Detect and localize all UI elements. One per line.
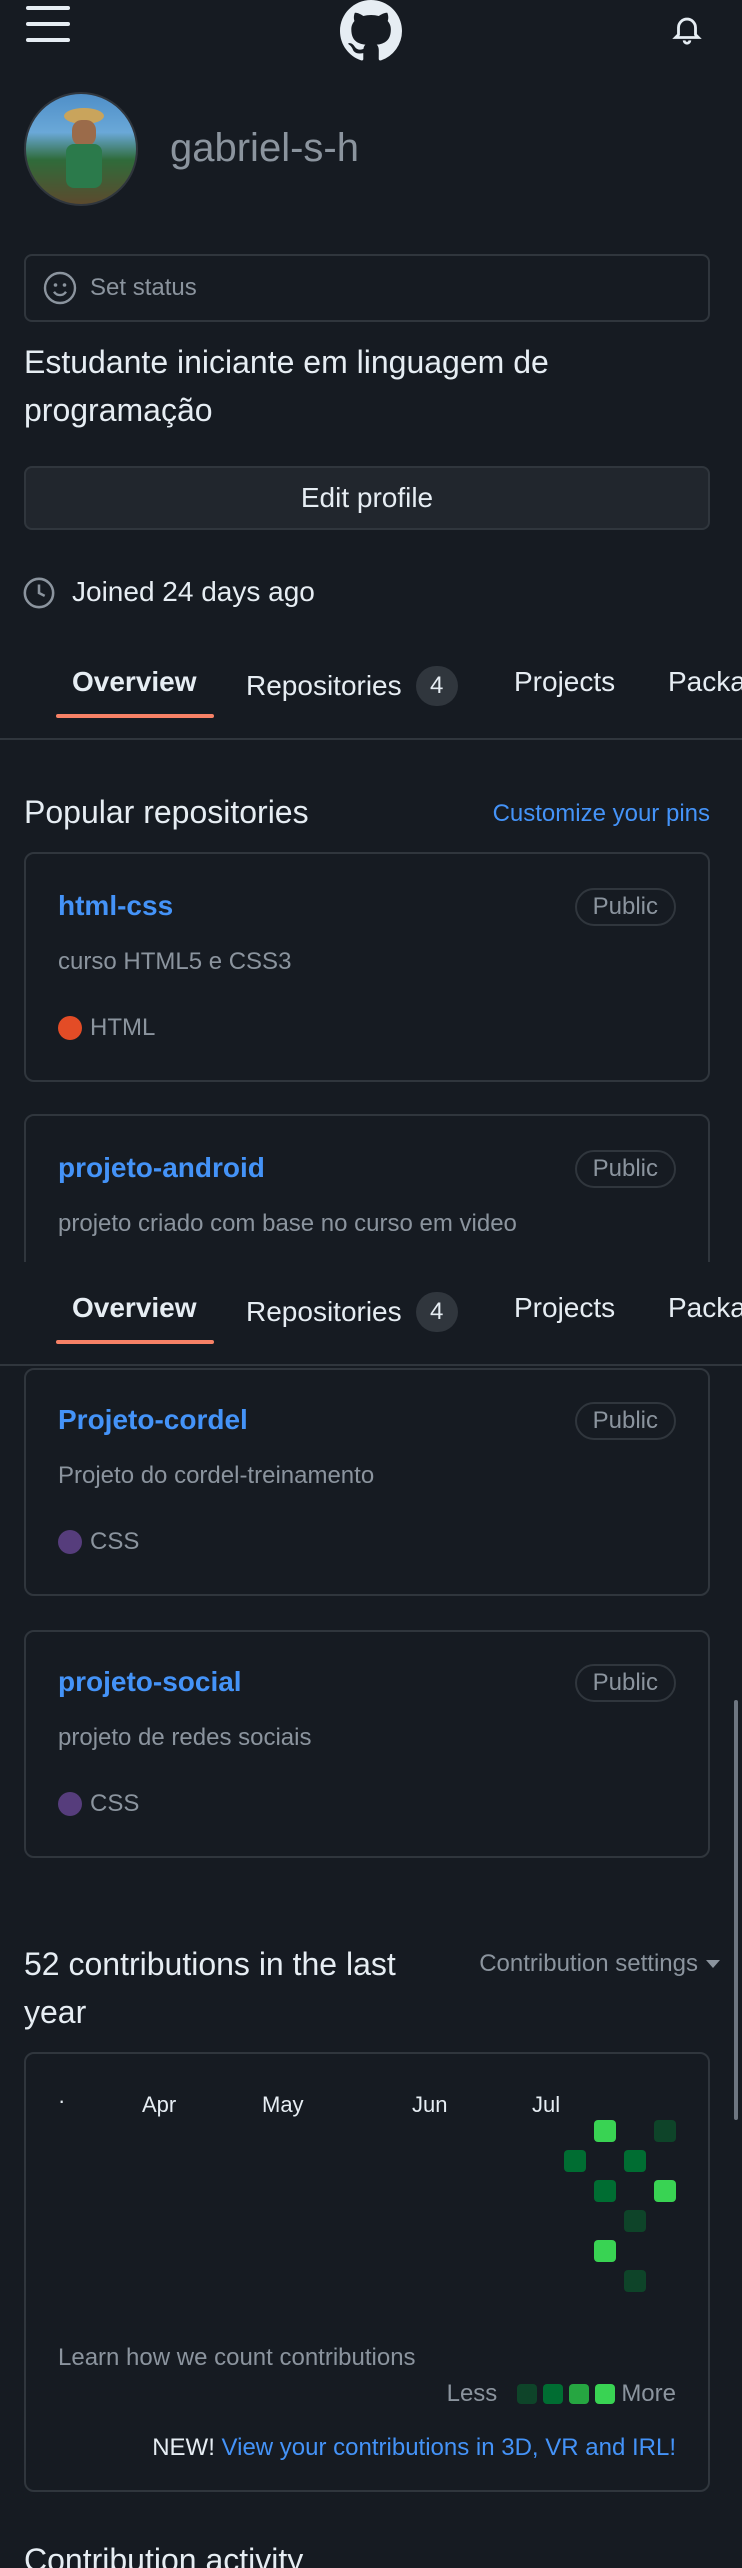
contribution-activity-title: Contribution activity [24, 2542, 304, 2568]
repo-description: Projeto do cordel-treinamento [58, 1462, 375, 1489]
tab-packages-label: Packages [668, 666, 742, 697]
month-label: Jun [412, 2092, 448, 2117]
tab-projects-label: Projects [514, 1292, 616, 1323]
contribution-day[interactable] [594, 2180, 616, 2202]
language-dot [58, 1792, 82, 1816]
contribution-day[interactable] [624, 2210, 646, 2232]
repo-language: HTML [58, 1014, 155, 1042]
contribution-settings-dropdown[interactable]: Contribution settings [479, 1950, 720, 1978]
bio: Estudante iniciante em linguagem de prog… [24, 344, 549, 428]
tab-overview[interactable]: Overview [72, 666, 197, 698]
repo-language: CSS [58, 1528, 139, 1556]
language-dot [58, 1530, 82, 1554]
legend-swatch [517, 2384, 538, 2404]
tab-overview-label: Overview [72, 666, 197, 697]
legend-more: More [621, 2380, 676, 2407]
profile-tabs-sticky: Overview Repositories 4 Projects Packages [0, 1262, 742, 1366]
repositories-count: 4 [415, 666, 458, 706]
username: gabriel-s-h [170, 126, 359, 170]
tab-projects[interactable]: Projects [514, 1292, 615, 1324]
language-label: CSS [90, 1528, 140, 1555]
clock-icon [22, 576, 56, 610]
new-label: NEW! [152, 2434, 215, 2461]
edit-profile-button[interactable]: Edit profile [24, 466, 710, 530]
contribution-day[interactable] [624, 2270, 646, 2292]
set-status-label: Set status [90, 274, 197, 301]
github-logo-icon[interactable] [338, 0, 404, 61]
smiley-icon [42, 270, 78, 306]
tab-packages-label: Packages [668, 1292, 742, 1323]
legend-less: Less [446, 2380, 498, 2407]
month-label-partial: · [58, 2088, 66, 2113]
contribution-day[interactable] [624, 2150, 646, 2172]
set-status-button[interactable]: Set status [24, 254, 710, 322]
popular-repos-title: Popular repositories [24, 794, 309, 830]
tab-overview-label: Overview [72, 1292, 197, 1323]
repo-card[interactable]: Projeto-cordel Public Projeto do cordel-… [24, 1368, 710, 1596]
scrollbar[interactable] [734, 1700, 738, 2120]
tab-repositories-label: Repositories [246, 670, 402, 701]
visibility-badge: Public [574, 1664, 676, 1702]
customize-pins-link[interactable]: Customize your pins [493, 800, 710, 828]
month-label: May [262, 2092, 304, 2117]
skyline-link[interactable]: View your contributions in 3D, VR and IR… [222, 2434, 676, 2461]
repo-language: CSS [58, 1790, 139, 1818]
visibility-badge: Public [574, 888, 676, 926]
legend-swatch [543, 2384, 564, 2404]
tab-repositories-label: Repositories [246, 1296, 402, 1327]
repo-name-link[interactable]: Projeto-cordel [58, 1404, 248, 1436]
repo-description: projeto criado com base no curso em vide… [58, 1210, 517, 1237]
tab-selected-underline [56, 714, 214, 718]
tab-packages[interactable]: Packages [668, 1292, 742, 1324]
legend-swatch [569, 2384, 590, 2404]
header [0, 0, 742, 70]
tab-packages[interactable]: Packages [668, 666, 742, 698]
learn-contributions-link[interactable]: Learn how we count contributions [58, 2344, 416, 2372]
repo-name-link[interactable]: projeto-social [58, 1666, 242, 1698]
repo-name-link[interactable]: html-css [58, 890, 173, 922]
repositories-count: 4 [415, 1292, 458, 1332]
hamburger-icon[interactable] [26, 4, 70, 44]
bell-icon[interactable] [670, 10, 704, 48]
legend-swatch [595, 2384, 616, 2404]
tab-selected-underline [56, 1340, 214, 1344]
contribution-graph-card: · Apr May Jun Jul Learn how we count con… [24, 2052, 710, 2492]
profile-tabs: Overview Repositories 4 Projects Packages [0, 636, 742, 740]
caret-down-icon [706, 1960, 720, 1968]
new-feature-promo: NEW! View your contributions in 3D, VR a… [152, 2434, 676, 2462]
contribution-settings-label: Contribution settings [479, 1950, 698, 1977]
month-label: Apr [142, 2092, 177, 2117]
edit-profile-label: Edit profile [300, 482, 434, 513]
avatar[interactable] [24, 92, 138, 206]
tab-repositories[interactable]: Repositories 4 [246, 666, 458, 706]
repo-card[interactable]: html-css Public curso HTML5 e CSS3 HTML [24, 852, 710, 1082]
contribution-day[interactable] [594, 2120, 616, 2142]
repo-description: curso HTML5 e CSS3 [58, 948, 292, 975]
contribution-day[interactable] [654, 2180, 676, 2202]
visibility-badge: Public [574, 1402, 676, 1440]
legend: Less More [447, 2380, 676, 2408]
month-label: Jul [532, 2092, 561, 2117]
language-dot [58, 1016, 82, 1040]
contribution-day[interactable] [564, 2150, 586, 2172]
contribution-day[interactable] [654, 2120, 676, 2142]
repo-name-link[interactable]: projeto-android [58, 1152, 265, 1184]
repo-description: projeto de redes sociais [58, 1724, 312, 1751]
tab-projects[interactable]: Projects [514, 666, 615, 698]
contribution-day[interactable] [594, 2240, 616, 2262]
contributions-title: 52 contributions in the last year [24, 1946, 396, 2030]
tab-repositories[interactable]: Repositories 4 [246, 1292, 458, 1332]
tab-projects-label: Projects [514, 666, 616, 697]
tab-overview[interactable]: Overview [72, 1292, 197, 1324]
joined-text: Joined 24 days ago [72, 576, 315, 607]
language-label: HTML [90, 1014, 156, 1041]
repo-card[interactable]: projeto-social Public projeto de redes s… [24, 1630, 710, 1858]
visibility-badge: Public [574, 1150, 676, 1188]
language-label: CSS [90, 1790, 140, 1817]
